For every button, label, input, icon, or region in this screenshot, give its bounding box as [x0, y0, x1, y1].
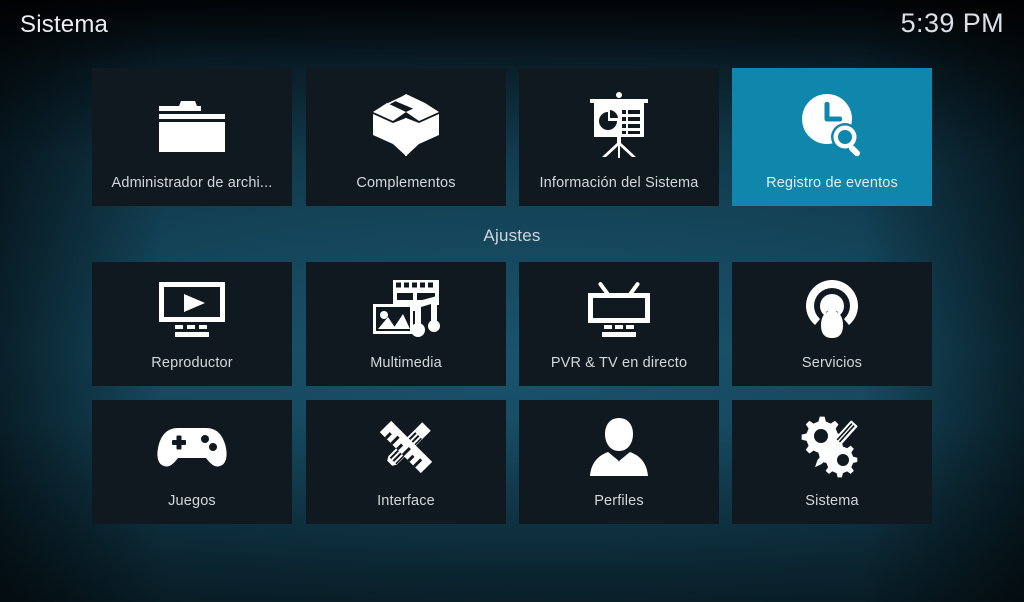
clock-search-icon — [732, 68, 932, 175]
tile-label: Registro de eventos — [766, 175, 898, 191]
television-antenna-icon — [519, 262, 719, 355]
tile-label: Información del Sistema — [539, 175, 699, 191]
tile-label: Reproductor — [151, 355, 233, 371]
open-box-icon — [306, 68, 506, 175]
pencil-ruler-icon — [306, 400, 506, 493]
tile-label: Multimedia — [370, 355, 442, 371]
settings-grid: Administrador de archi... Complementos I… — [0, 0, 1024, 602]
monitor-play-icon — [92, 262, 292, 355]
section-divider-settings: Ajustes — [483, 226, 541, 245]
tile-interface[interactable]: Interface — [306, 400, 506, 524]
tile-system[interactable]: Sistema — [732, 400, 932, 524]
kodi-system-screen: Sistema 5:39 PM Administrador de archi..… — [0, 0, 1024, 602]
tile-label: PVR & TV en directo — [550, 355, 688, 371]
folder-icon — [92, 68, 292, 175]
tile-label: Juegos — [168, 493, 216, 509]
tile-profiles[interactable]: Perfiles — [519, 400, 719, 524]
tile-label: Perfiles — [594, 493, 644, 509]
tile-label: Sistema — [805, 493, 859, 509]
tile-system-info[interactable]: Información del Sistema — [519, 68, 719, 206]
tile-player[interactable]: Reproductor — [92, 262, 292, 386]
gamepad-icon — [92, 400, 292, 493]
broadcast-person-icon — [732, 262, 932, 355]
film-photo-music-icon — [306, 262, 506, 355]
tile-label: Complementos — [356, 175, 456, 191]
tile-event-log[interactable]: Registro de eventos — [732, 68, 932, 206]
tile-file-manager[interactable]: Administrador de archi... — [92, 68, 292, 206]
header-bar: Sistema 5:39 PM — [0, 0, 1024, 56]
tile-label: Interface — [377, 493, 435, 509]
page-title: Sistema — [20, 11, 109, 38]
tile-games[interactable]: Juegos — [92, 400, 292, 524]
gears-screwdriver-icon — [732, 400, 932, 493]
tile-label: Servicios — [801, 355, 863, 371]
tile-label: Administrador de archi... — [111, 175, 273, 191]
tile-media[interactable]: Multimedia — [306, 262, 506, 386]
tile-services[interactable]: Servicios — [732, 262, 932, 386]
tile-addons[interactable]: Complementos — [306, 68, 506, 206]
presentation-board-icon — [519, 68, 719, 175]
person-silhouette-icon — [519, 400, 719, 493]
clock: 5:39 PM — [900, 8, 1004, 38]
tile-pvr-live-tv[interactable]: PVR & TV en directo — [519, 262, 719, 386]
